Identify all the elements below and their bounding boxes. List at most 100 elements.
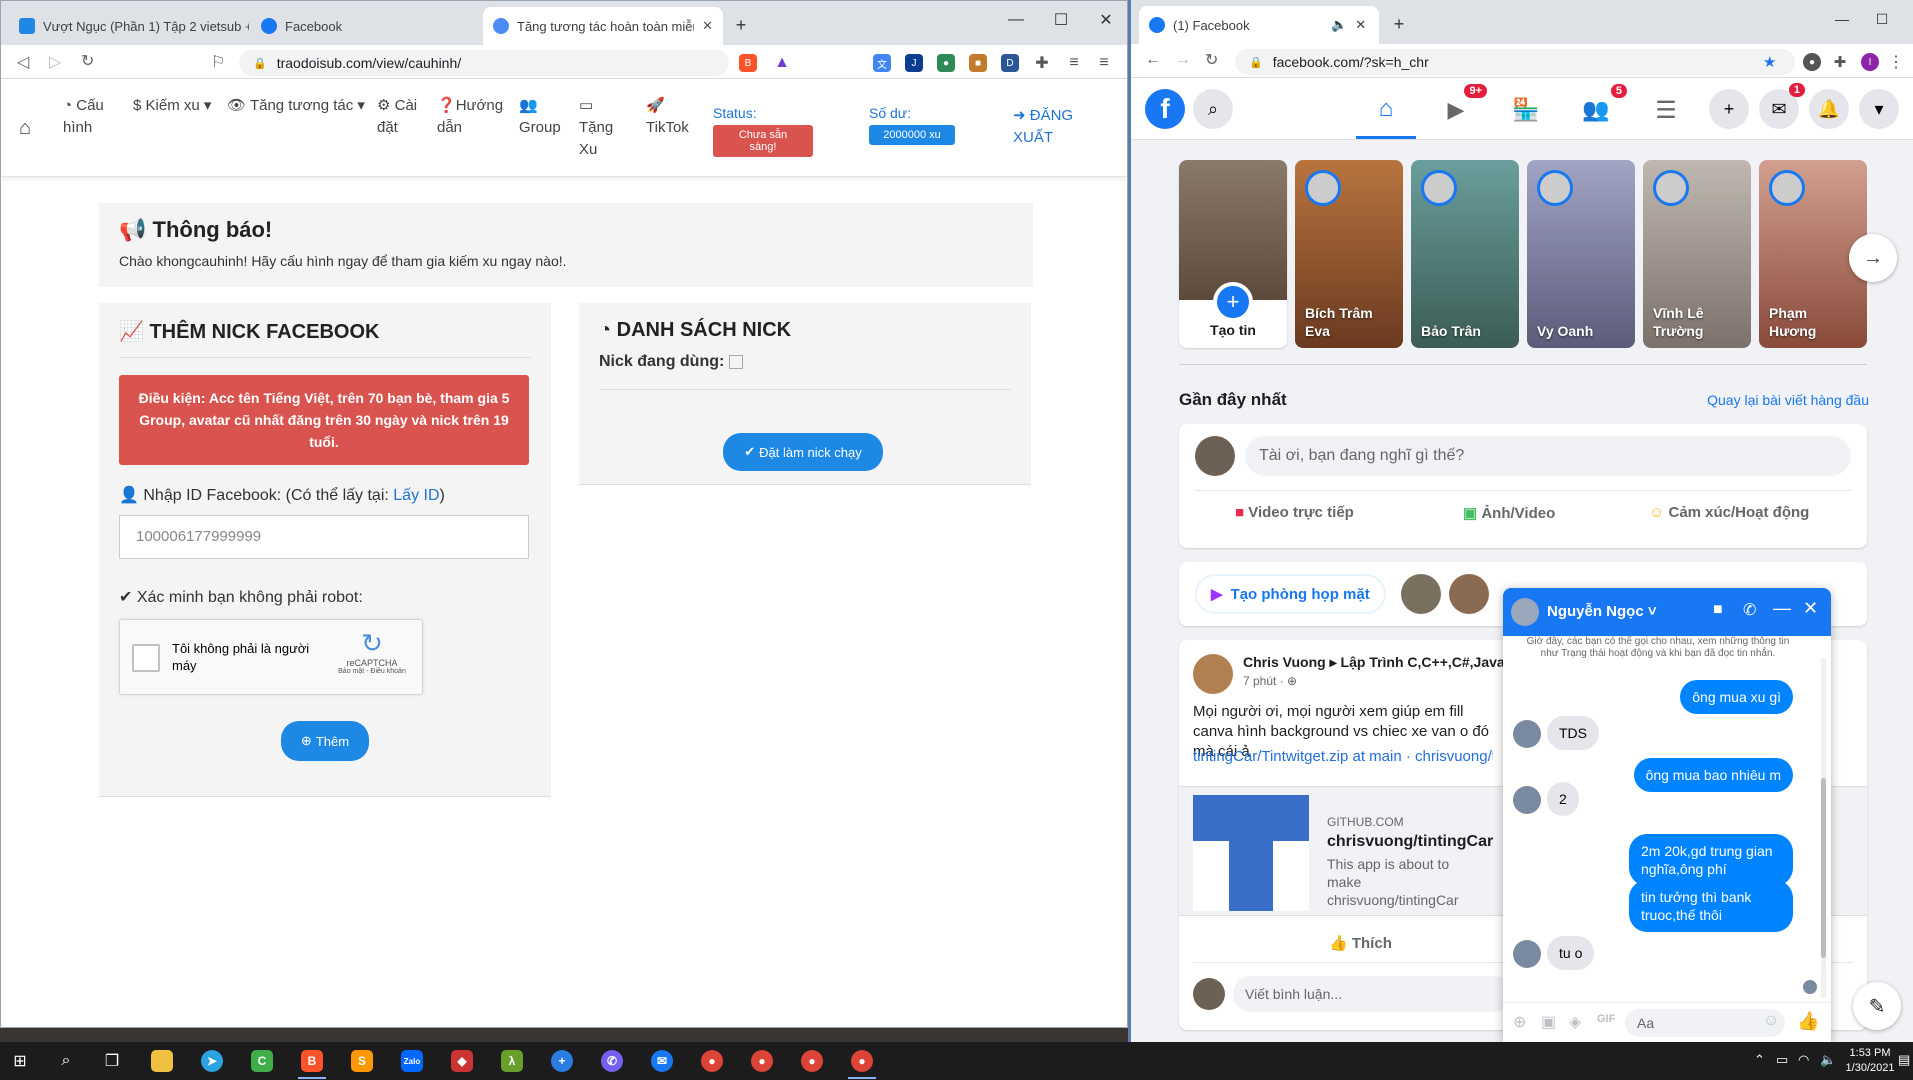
- home-icon[interactable]: ⌂: [19, 117, 31, 140]
- live-video-button[interactable]: ■ Video trực tiếp: [1235, 504, 1354, 521]
- back-icon[interactable]: ←: [1145, 51, 1161, 69]
- create-room-button[interactable]: ▶ Tạo phòng họp mặt: [1195, 574, 1386, 614]
- contact-avatar[interactable]: [1401, 574, 1441, 614]
- minimize-icon[interactable]: —: [1827, 6, 1857, 32]
- file-explorer-icon[interactable]: [142, 1046, 182, 1076]
- sublime-icon[interactable]: S: [342, 1046, 382, 1076]
- composer-input[interactable]: Tài ơi, bạn đang nghĩ gì thế?: [1245, 436, 1851, 476]
- video-call-icon[interactable]: ■: [1713, 601, 1723, 619]
- nav-earn[interactable]: $ Kiếm xu ▾: [133, 95, 211, 117]
- box-extension-icon[interactable]: ■: [969, 54, 987, 72]
- close-window-icon[interactable]: ✕: [1091, 7, 1121, 33]
- volume-icon[interactable]: 🔈: [1820, 1052, 1836, 1068]
- phone-icon[interactable]: ✆: [1743, 600, 1756, 620]
- facebook-logo-icon[interactable]: f: [1145, 89, 1185, 129]
- playlist-icon[interactable]: ≡: [1065, 54, 1083, 72]
- messenger-icon[interactable]: ✉ 1: [1759, 83, 1805, 129]
- puzzle-icon[interactable]: ✚: [1831, 53, 1849, 71]
- minimize-chat-icon[interactable]: —: [1773, 598, 1791, 619]
- watch-icon[interactable]: ▶ 9+: [1431, 84, 1487, 130]
- set-running-nick-button[interactable]: ✔ Đặt làm nick chạy: [723, 433, 883, 471]
- captcha-checkbox[interactable]: [132, 644, 160, 672]
- emoji-icon[interactable]: ☺: [1763, 1012, 1779, 1030]
- close-icon[interactable]: ✕: [1355, 17, 1366, 33]
- menu-icon[interactable]: ≡: [1095, 54, 1113, 72]
- nav-group[interactable]: 👥 Group: [519, 95, 569, 139]
- nav-config[interactable]: ◔ Cấu hình: [63, 95, 113, 139]
- thumbs-up-icon[interactable]: 👍: [1797, 1011, 1819, 1032]
- close-chat-icon[interactable]: ✕: [1803, 598, 1818, 619]
- translate-icon[interactable]: 文: [873, 54, 891, 72]
- bookmark-icon[interactable]: ⚐: [211, 52, 225, 72]
- comment-input[interactable]: Viết bình luận...: [1233, 976, 1513, 1012]
- chrome-icon[interactable]: ●: [742, 1046, 782, 1076]
- clock[interactable]: 1:53 PM 1/30/2021: [1840, 1046, 1900, 1076]
- address-bar[interactable]: 🔒 facebook.com/?sk=h_chr: [1235, 49, 1795, 75]
- reload-icon[interactable]: ↻: [81, 51, 94, 71]
- notifications-icon[interactable]: 🔔: [1809, 89, 1849, 129]
- menu-icon[interactable]: ⋮: [1887, 53, 1905, 71]
- story-item[interactable]: Vĩnh Lê Trường: [1643, 160, 1751, 348]
- story-item[interactable]: Bích Trâm Eva: [1295, 160, 1403, 348]
- wifi-icon[interactable]: ◠: [1798, 1052, 1809, 1068]
- close-icon[interactable]: ✕: [702, 18, 713, 34]
- maximize-icon[interactable]: ☐: [1867, 6, 1897, 32]
- marketplace-icon[interactable]: 🏪: [1501, 90, 1551, 130]
- nav-interaction[interactable]: 👁 Tăng tương tác ▾: [227, 95, 365, 117]
- camtasia-icon[interactable]: C: [242, 1046, 282, 1076]
- sticker-icon[interactable]: ◈: [1569, 1012, 1581, 1032]
- post-author[interactable]: Chris Vuong: [1243, 654, 1326, 670]
- messenger-icon[interactable]: ✉: [642, 1046, 682, 1076]
- notification-center-icon[interactable]: ▤: [1898, 1052, 1910, 1068]
- chrome-icon[interactable]: ●: [692, 1046, 732, 1076]
- menu-icon[interactable]: ☰: [1641, 90, 1691, 130]
- new-tab-icon[interactable]: +: [1387, 12, 1411, 36]
- image-icon[interactable]: ▣: [1541, 1012, 1556, 1032]
- chat-input[interactable]: Aa: [1625, 1009, 1785, 1037]
- plus-icon[interactable]: ⊕: [1513, 1012, 1526, 1032]
- viber-icon[interactable]: ✆: [592, 1046, 632, 1076]
- back-to-top-link[interactable]: Quay lại bài viết hàng đầu: [1691, 392, 1869, 408]
- nav-guide[interactable]: ❓Hướng dẫn: [437, 95, 505, 139]
- back-icon[interactable]: ◁: [17, 52, 29, 72]
- create-icon[interactable]: +: [1709, 89, 1749, 129]
- lambda-icon[interactable]: λ: [492, 1046, 532, 1076]
- zalo-icon[interactable]: Zalo: [392, 1046, 432, 1076]
- minimize-icon[interactable]: —: [1001, 7, 1031, 33]
- get-id-link[interactable]: Lấy ID: [393, 487, 439, 504]
- forward-icon[interactable]: →: [1175, 51, 1191, 69]
- story-item[interactable]: Bảo Trân: [1411, 160, 1519, 348]
- next-arrow-icon[interactable]: →: [1849, 234, 1897, 282]
- nav-tiktok[interactable]: 🚀 TikTok: [646, 95, 696, 139]
- brave-rewards-icon[interactable]: ▲: [773, 54, 791, 72]
- task-view-icon[interactable]: ❐: [92, 1046, 132, 1076]
- feeling-button[interactable]: ☺ Cảm xúc/Hoạt động: [1649, 504, 1809, 521]
- extension-icon[interactable]: ●: [1803, 53, 1821, 71]
- maximize-icon[interactable]: ☐: [1046, 7, 1076, 33]
- story-create[interactable]: + Tạo tin: [1179, 160, 1287, 348]
- chat-scrollbar[interactable]: [1821, 658, 1826, 998]
- plus-app-icon[interactable]: +: [542, 1046, 582, 1076]
- forward-icon[interactable]: ▷: [49, 52, 61, 72]
- puzzle-icon[interactable]: ✚: [1033, 54, 1051, 72]
- new-tab-icon[interactable]: +: [729, 13, 753, 37]
- nav-gift[interactable]: ▭ Tặng Xu: [579, 95, 619, 161]
- profile-avatar[interactable]: I: [1861, 53, 1879, 71]
- add-button[interactable]: ⊕ Thêm: [281, 721, 369, 761]
- groups-icon[interactable]: 👥 5: [1571, 84, 1627, 130]
- chevron-up-icon[interactable]: ⌃: [1754, 1052, 1765, 1068]
- post-group[interactable]: Lập Trình C,C++,C#,Java: [1341, 654, 1505, 670]
- contact-avatar[interactable]: [1449, 574, 1489, 614]
- brave-icon[interactable]: B: [292, 1046, 332, 1079]
- star-icon[interactable]: ★: [1763, 53, 1776, 71]
- search-icon[interactable]: ⌕: [46, 1046, 86, 1076]
- nav-settings[interactable]: ⚙ Cài đặt: [377, 95, 427, 139]
- logout-link[interactable]: ➜ ĐĂNG XUẤT: [1013, 105, 1083, 149]
- new-message-icon[interactable]: ✎: [1853, 982, 1901, 1030]
- tab-traodoisub[interactable]: Tăng tương tác hoàn toàn miễn p ✕: [483, 7, 723, 45]
- facebook-id-input[interactable]: 100006177999999: [119, 515, 529, 559]
- reload-icon[interactable]: ↻: [1205, 50, 1218, 70]
- tab-video[interactable]: Vượt Ngục (Phần 1) Tập 2 vietsub + th: [9, 7, 249, 45]
- like-button[interactable]: 👍 Thích: [1329, 934, 1392, 952]
- telegram-icon[interactable]: ➤: [192, 1046, 232, 1076]
